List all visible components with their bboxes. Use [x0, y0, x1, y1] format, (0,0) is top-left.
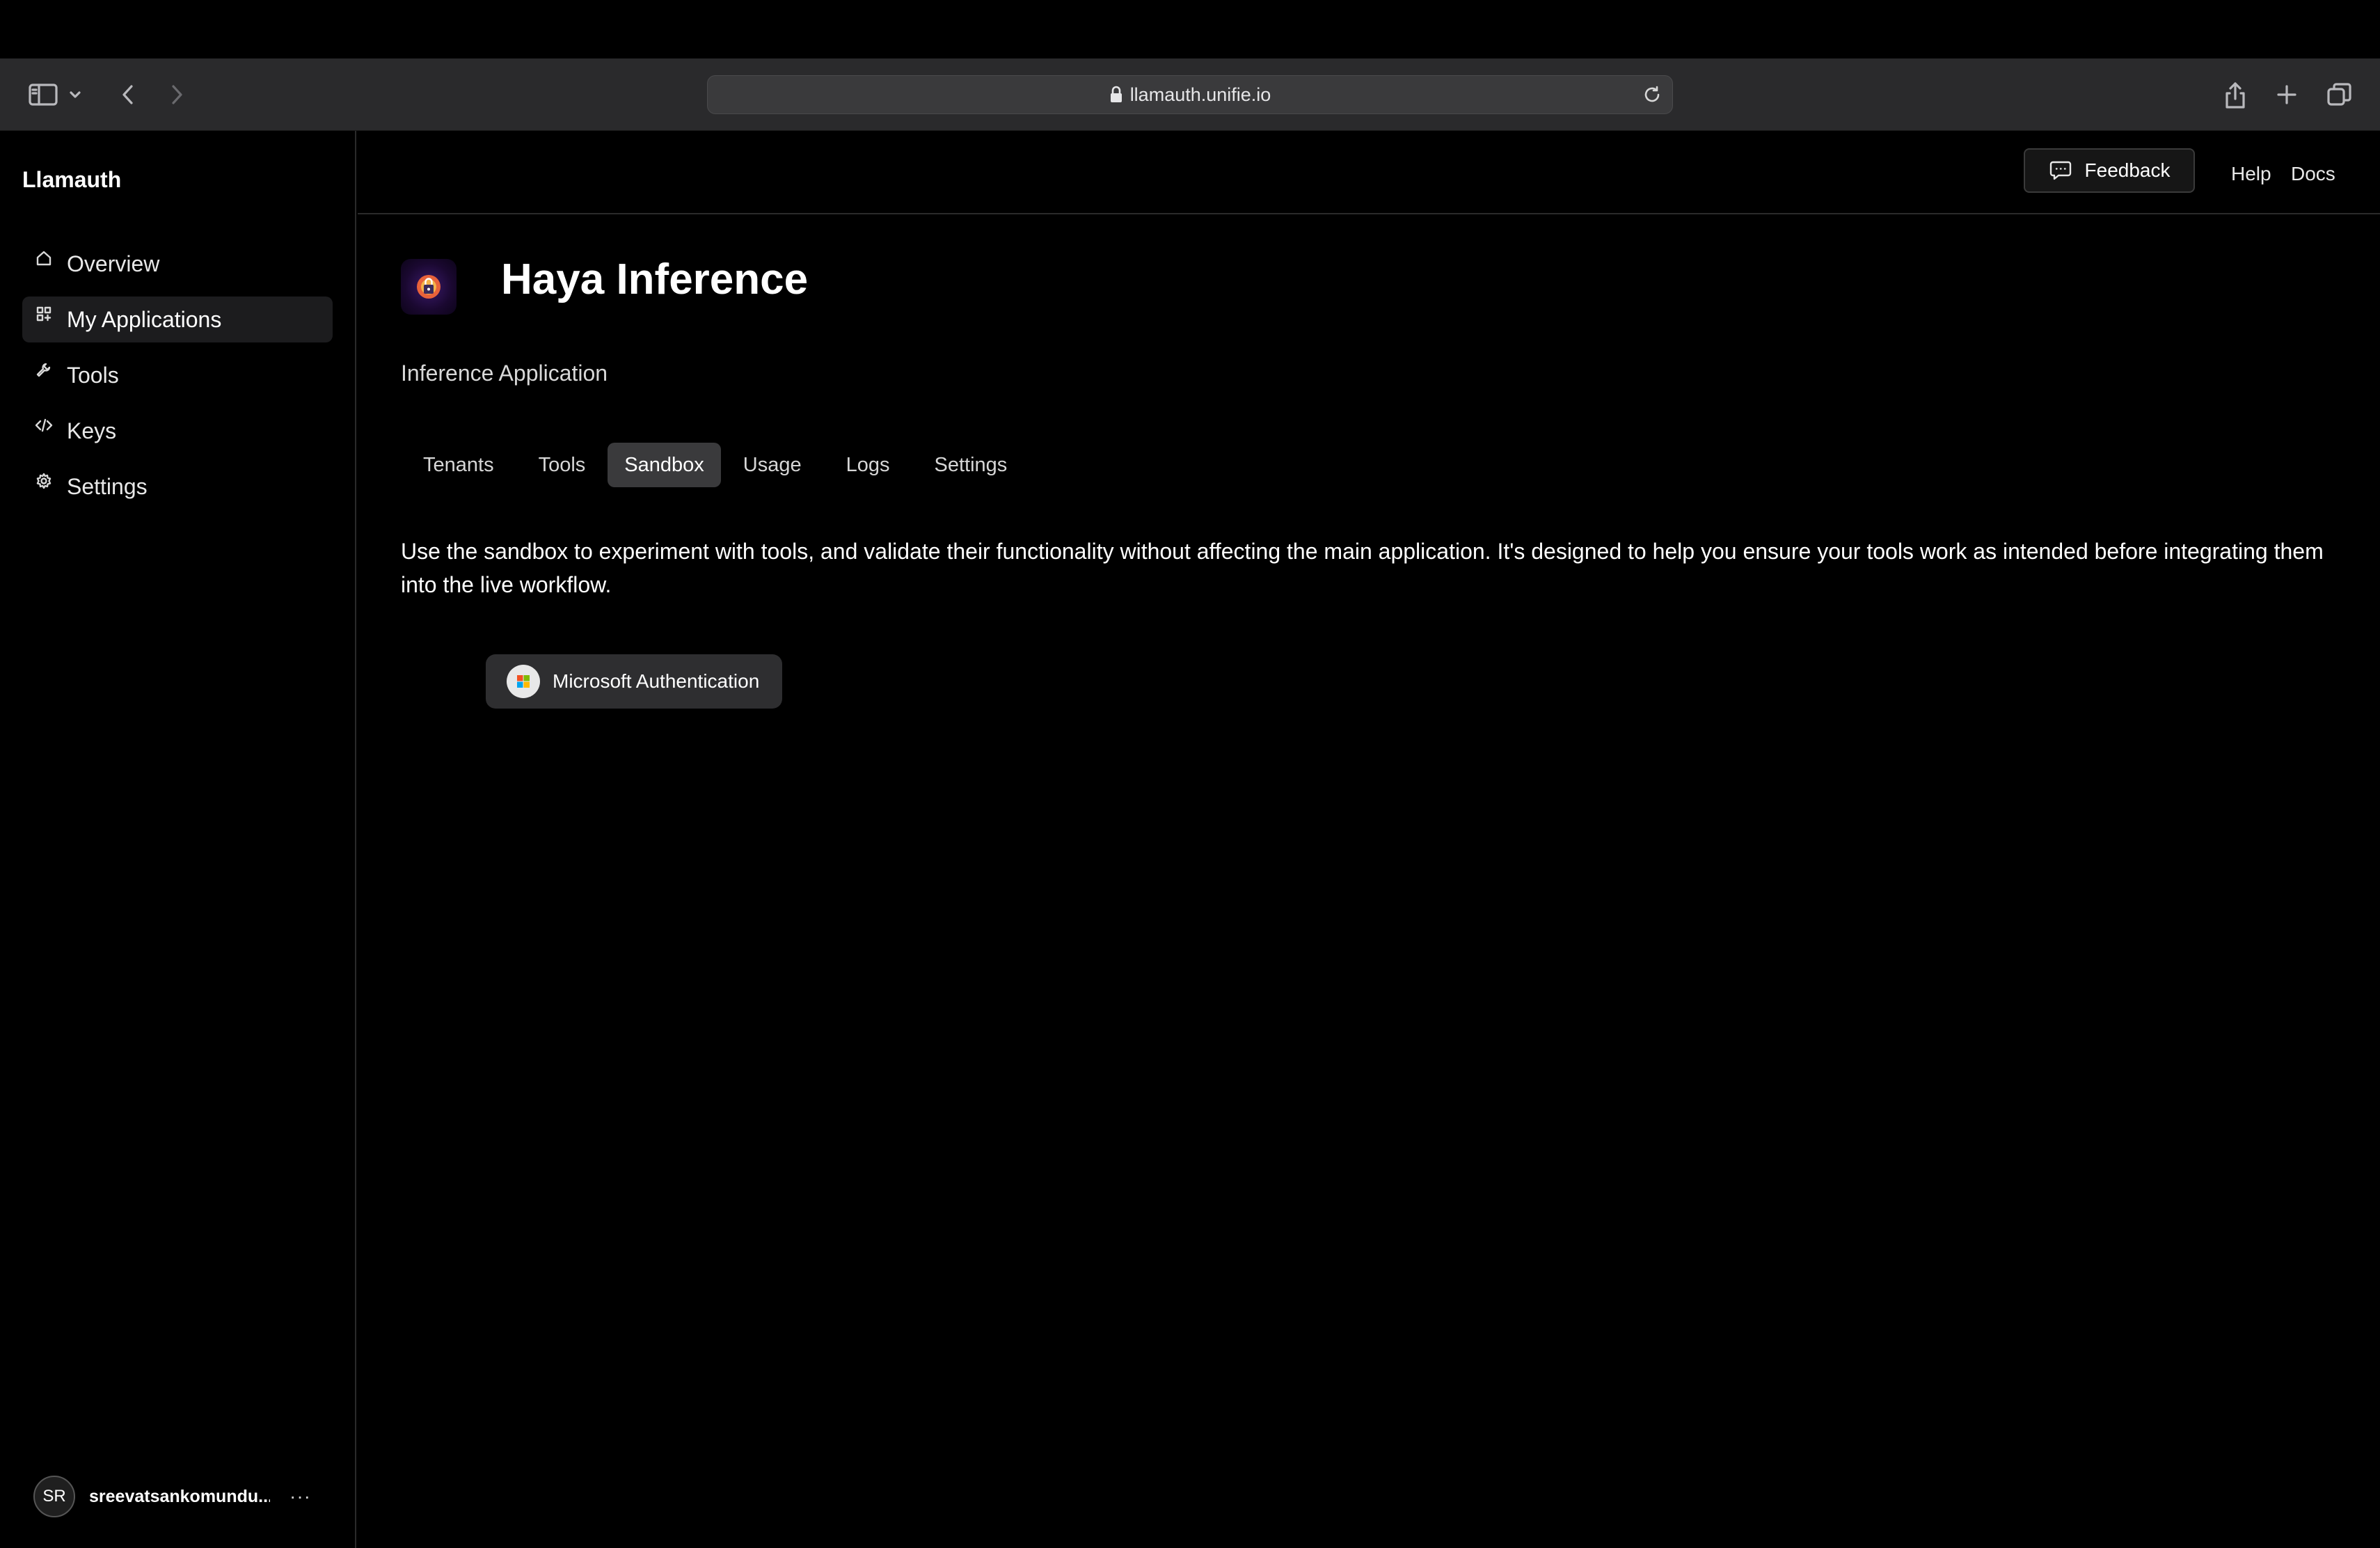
- sidebar-item-keys[interactable]: Keys: [22, 408, 333, 454]
- tab-settings[interactable]: Settings: [912, 443, 1030, 487]
- home-icon: [35, 249, 53, 267]
- microsoft-authentication-button[interactable]: Microsoft Authentication: [486, 654, 782, 709]
- url-text: llamauth.unifie.io: [1129, 84, 1271, 105]
- sidebar-nav: Overview My Applications Tools Keys Sett…: [22, 241, 333, 519]
- sidebar-item-settings[interactable]: Settings: [22, 464, 333, 510]
- brand-name: Llamauth: [22, 167, 122, 192]
- sidebar-item-label: My Applications: [67, 306, 222, 332]
- sidebar-item-label: Overview: [67, 251, 160, 276]
- help-link[interactable]: Help: [2231, 163, 2271, 185]
- sidebar-item-label: Keys: [67, 418, 117, 443]
- sandbox-description: Use the sandbox to experiment with tools…: [401, 539, 2324, 597]
- code-icon: [35, 416, 53, 434]
- share-icon[interactable]: [2216, 75, 2255, 114]
- more-options-icon[interactable]: ···: [289, 1485, 311, 1508]
- screen-top-bezel: [0, 0, 2380, 58]
- page-title: Haya Inference: [501, 255, 809, 303]
- sidebar-item-tools[interactable]: Tools: [22, 352, 333, 398]
- sidebar-icon[interactable]: [24, 75, 63, 114]
- tab-bar: Tenants Tools Sandbox Usage Logs Setting…: [401, 443, 1029, 487]
- lock-icon: [1109, 86, 1123, 104]
- sidebar-item-overview[interactable]: Overview: [22, 241, 333, 287]
- wrench-icon: [35, 361, 53, 379]
- user-name: sreevatsankomundu...: [89, 1486, 270, 1506]
- app-logo-icon: [401, 259, 457, 315]
- tabs-overview-icon[interactable]: [2320, 75, 2359, 114]
- tab-usage[interactable]: Usage: [721, 443, 824, 487]
- gear-icon: [35, 472, 53, 490]
- avatar[interactable]: SR: [33, 1476, 75, 1517]
- tab-sandbox[interactable]: Sandbox: [608, 443, 721, 487]
- grid-icon: [35, 305, 53, 323]
- sidebar-item-label: Tools: [67, 362, 119, 388]
- plus-icon[interactable]: [2267, 75, 2306, 114]
- back-arrow-icon[interactable]: [109, 75, 148, 114]
- tool-button-label: Microsoft Authentication: [553, 670, 760, 692]
- tab-logs[interactable]: Logs: [824, 443, 912, 487]
- docs-link[interactable]: Docs: [2291, 163, 2335, 185]
- feedback-button[interactable]: Feedback: [2024, 148, 2195, 193]
- microsoft-logo-icon: [507, 665, 540, 698]
- address-bar[interactable]: llamauth.unifie.io: [707, 75, 1673, 114]
- user-profile[interactable]: SR sreevatsankomundu... ···: [33, 1474, 326, 1519]
- sidebar-item-label: Settings: [67, 473, 148, 499]
- reload-icon[interactable]: [1642, 84, 1663, 105]
- tab-tenants[interactable]: Tenants: [401, 443, 516, 487]
- chat-bubble-icon: [2049, 161, 2071, 180]
- tab-tools[interactable]: Tools: [516, 443, 608, 487]
- main-header: Feedback Help Docs: [358, 131, 2380, 214]
- feedback-label: Feedback: [2084, 159, 2171, 181]
- sidebar-item-my-applications[interactable]: My Applications: [22, 297, 333, 342]
- page-subtitle: Inference Application: [401, 361, 608, 386]
- sidebar: Llamauth Overview My Applications Tools …: [0, 131, 356, 1548]
- chevron-down-icon[interactable]: [63, 75, 88, 114]
- forward-arrow-icon[interactable]: [157, 75, 196, 114]
